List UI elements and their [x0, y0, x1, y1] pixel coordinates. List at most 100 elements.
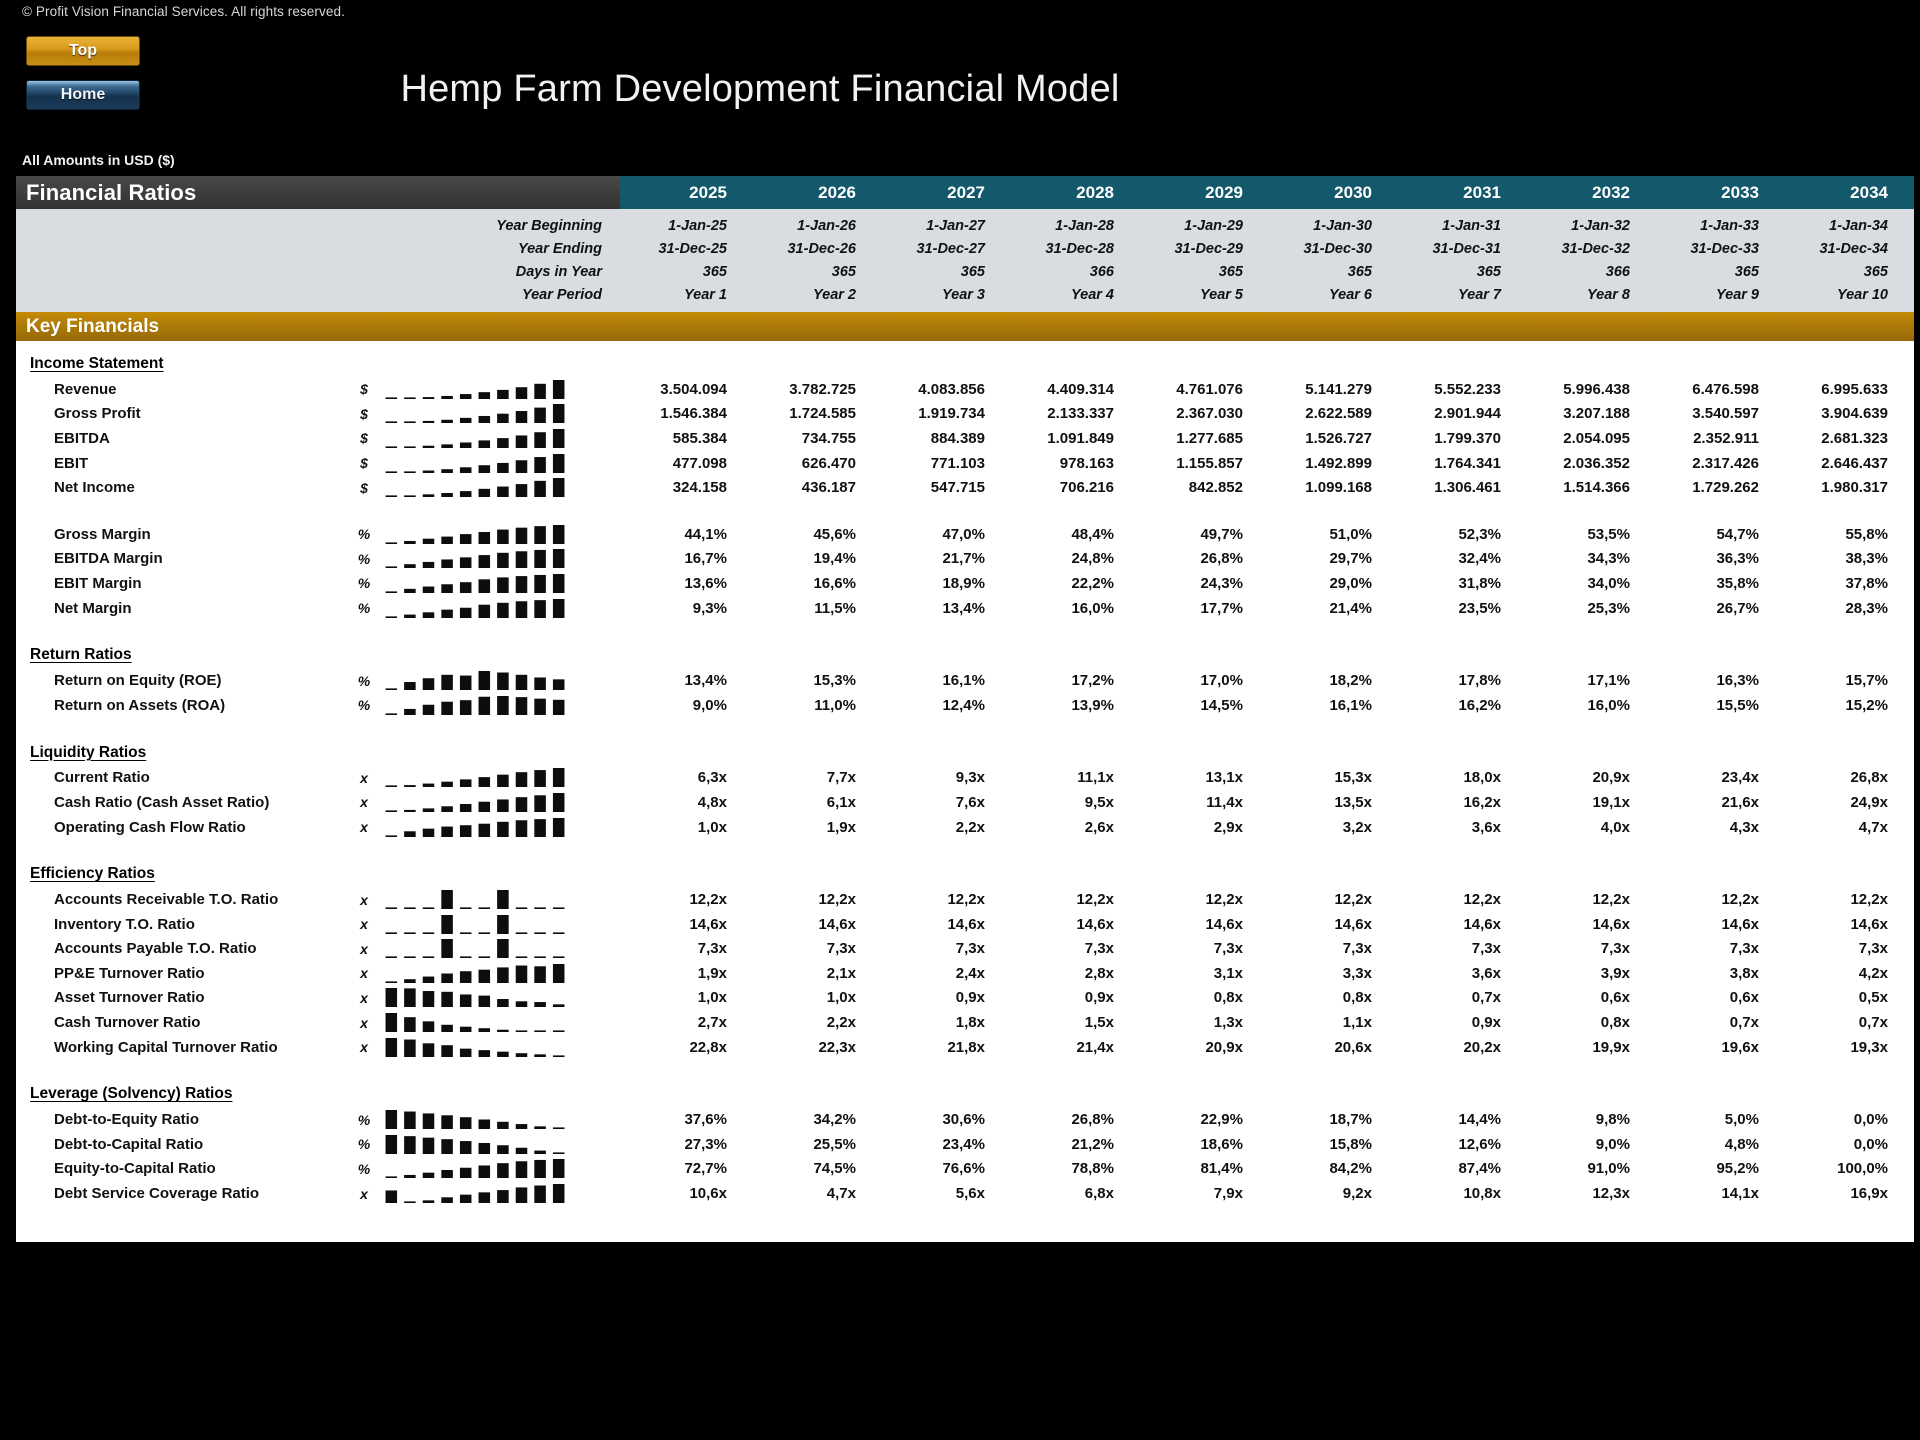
table-row: PP&E Turnover Ratio x 1,9x 2,1x 2,4x 2,8x 3,1x…	[16, 961, 1914, 986]
section-heading: Income Statement	[30, 355, 164, 372]
financial-model-page: © Profit Vision Financial Services. All …	[0, 0, 1920, 1440]
value-cell: 47,0%	[942, 525, 985, 543]
sparkline-chart	[382, 379, 582, 399]
value-cell: 1.919.734	[918, 405, 985, 423]
value-cell: 1.514.366	[1563, 479, 1630, 497]
value-cell: 29,0%	[1329, 574, 1372, 592]
value-cell: 1,0x	[697, 818, 727, 836]
value-cell: 16,3%	[1716, 672, 1759, 690]
value-cell: 16,6%	[813, 574, 856, 592]
meta-row-label: Year Period	[521, 286, 602, 303]
table-row: Asset Turnover Ratio x 1,0x 1,0x 0,9x 0,9x 0,8…	[16, 986, 1914, 1011]
value-cell: 5.996.438	[1563, 380, 1630, 398]
value-cell: 2.367.030	[1176, 405, 1243, 423]
meta-cell: Year 5	[1200, 286, 1243, 303]
value-cell: 32,4%	[1458, 550, 1501, 568]
value-cell: 4,7x	[826, 1185, 856, 1203]
value-cell: 15,7%	[1845, 672, 1888, 690]
value-cell: 4.409.314	[1047, 380, 1114, 398]
sparkline-chart	[382, 1134, 582, 1154]
value-cell: 14,6x	[689, 915, 727, 933]
section-heading: Liquidity Ratios	[30, 743, 147, 761]
row-unit: %	[357, 1160, 371, 1177]
meta-cell: Year 9	[1716, 286, 1759, 303]
value-cell: 7,3x	[955, 940, 985, 958]
meta-row-label: Year Beginning	[496, 217, 602, 234]
row-unit: x	[360, 794, 368, 811]
sparkline-chart	[382, 404, 582, 424]
value-cell: 23,4%	[942, 1135, 985, 1153]
meta-cell: Year 4	[1071, 286, 1114, 303]
page-title-text: Hemp Farm Development Financial Model	[400, 68, 1120, 110]
value-cell: 12,4%	[942, 696, 985, 714]
value-cell: 4,7x	[1858, 818, 1888, 836]
value-cell: 1.306.461	[1434, 479, 1501, 497]
row-label: Asset Turnover Ratio	[54, 989, 205, 1007]
row-unit: x	[360, 1039, 368, 1056]
value-cell: 13,4%	[684, 672, 727, 690]
table-row: Debt-to-Capital Ratio% 27,3% 25,5% 23,4% 21,…	[16, 1132, 1914, 1157]
value-cell: 1.155.857	[1176, 454, 1243, 472]
sparkline-chart	[382, 428, 582, 448]
value-cell: 4.083.856	[918, 380, 985, 398]
value-cell: 22,3x	[818, 1038, 856, 1056]
table-row: Net Margin% 9,3% 11,5% 13,4% 16,0% 17,7% 21,4%…	[16, 596, 1914, 621]
value-cell: 15,3%	[813, 672, 856, 690]
value-cell: 0,6x	[1729, 989, 1759, 1007]
value-cell: 44,1%	[684, 525, 727, 543]
sparkline-chart	[382, 549, 582, 569]
row-unit: $	[360, 381, 368, 398]
row-unit: %	[357, 550, 371, 567]
value-cell: 17,1%	[1587, 672, 1630, 690]
value-cell: 17,8%	[1458, 672, 1501, 690]
value-cell: 1.091.849	[1047, 429, 1114, 447]
meta-cell: 1-Jan-34	[1829, 217, 1888, 234]
top-nav-button[interactable]: Top	[26, 36, 140, 66]
value-cell: 17,7%	[1200, 599, 1243, 617]
row-label: Net Margin	[54, 599, 132, 617]
value-cell: 16,7%	[684, 550, 727, 568]
ratios-body: Income Statement Revenue $3.504.094 3.782.7…	[16, 341, 1914, 1242]
value-cell: 1.764.341	[1434, 454, 1501, 472]
value-cell: 2.317.426	[1692, 454, 1759, 472]
row-label: Working Capital Turnover Ratio	[54, 1038, 278, 1056]
value-cell: 11,4x	[1206, 793, 1243, 811]
value-cell: 2.681.323	[1821, 429, 1888, 447]
value-cell: 16,0%	[1071, 599, 1114, 617]
row-unit: %	[357, 1111, 371, 1128]
value-cell: 4.761.076	[1176, 380, 1243, 398]
section-header-row: Efficiency Ratios	[16, 861, 1914, 887]
value-cell: 7,3x	[1213, 940, 1243, 958]
value-cell: 21,8x	[947, 1038, 985, 1056]
meta-cell: 31-Dec-33	[1690, 240, 1759, 257]
value-cell: 9,3%	[692, 599, 727, 617]
value-cell: 11,5%	[814, 599, 856, 617]
value-cell: 81,4%	[1200, 1160, 1243, 1178]
value-cell: 14,4%	[1458, 1111, 1501, 1129]
value-cell: 20,9x	[1592, 769, 1630, 787]
value-cell: 11,1x	[1077, 769, 1114, 787]
value-cell: 16,2x	[1463, 793, 1501, 811]
value-cell: 24,8%	[1071, 550, 1114, 568]
meta-cell: Year 3	[942, 286, 985, 303]
row-label: EBITDA Margin	[54, 550, 163, 568]
value-cell: 5,0%	[1724, 1111, 1759, 1129]
sparkline-chart	[382, 939, 582, 959]
value-cell: 24,3%	[1200, 574, 1243, 592]
value-cell: 15,5%	[1716, 696, 1759, 714]
sparkline-chart	[382, 963, 582, 983]
year-header-2026: 2026	[818, 182, 856, 202]
row-unit: x	[360, 965, 368, 982]
value-cell: 13,5x	[1334, 793, 1372, 811]
value-cell: 25,3%	[1587, 599, 1630, 617]
value-cell: 36,3%	[1716, 550, 1759, 568]
meta-cell: 365	[1218, 263, 1243, 280]
value-cell: 547.715	[930, 479, 985, 497]
value-cell: 706.216	[1059, 479, 1114, 497]
table-row: Net Income $324.158 436.187 547.715 706.216 8…	[16, 475, 1914, 500]
row-unit: x	[360, 819, 368, 836]
meta-cell: 31-Dec-28	[1045, 240, 1114, 257]
